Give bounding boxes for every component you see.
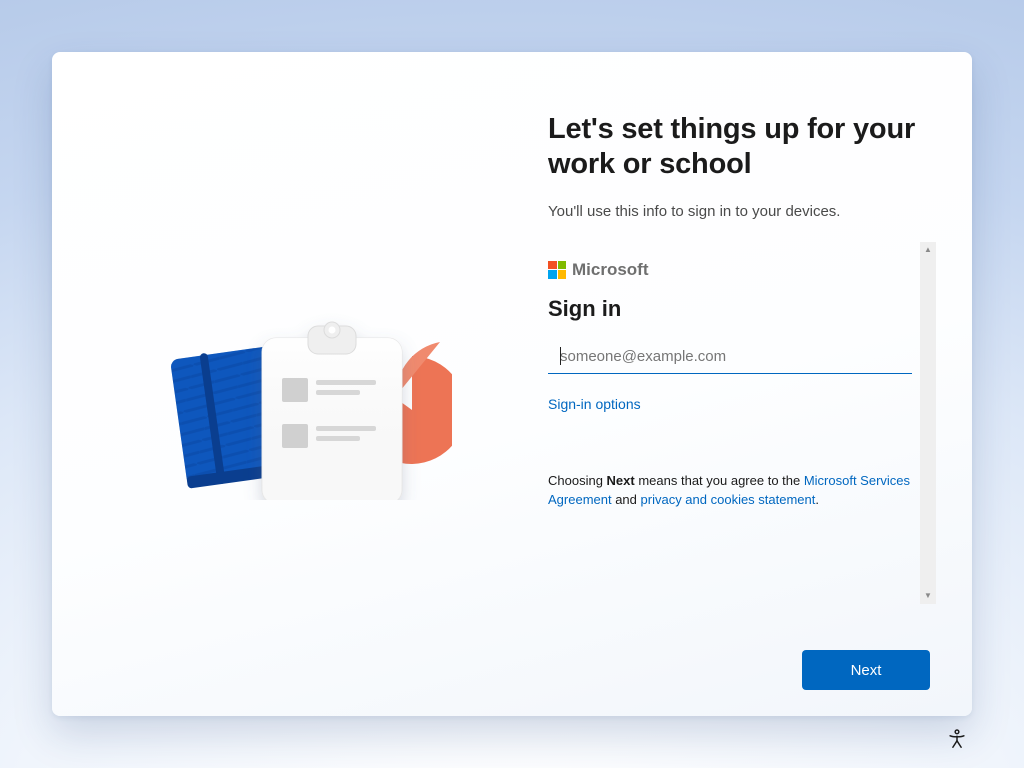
legal-middle: means that you agree to the [635, 473, 804, 488]
microsoft-brand-text: Microsoft [572, 260, 649, 280]
privacy-statement-link[interactable]: privacy and cookies statement [641, 492, 816, 507]
oobe-card: Let's set things up for your work or sch… [52, 52, 972, 716]
page-title: Let's set things up for your work or sch… [548, 112, 930, 183]
legal-bold: Next [607, 473, 635, 488]
microsoft-logo-icon [548, 261, 566, 279]
work-school-illustration [112, 280, 452, 500]
signin-heading: Sign in [548, 296, 912, 322]
next-button[interactable]: Next [802, 650, 930, 690]
illustration-pane [52, 52, 512, 716]
scroll-up-icon[interactable]: ▲ [920, 242, 936, 258]
signin-frame: ▲ ▼ Microsoft Sign in Sign-in options Ch… [548, 242, 930, 604]
legal-text: Choosing Next means that you agree to th… [548, 472, 912, 510]
scroll-down-icon[interactable]: ▼ [920, 588, 936, 604]
microsoft-brand: Microsoft [548, 260, 912, 280]
legal-prefix: Choosing [548, 473, 607, 488]
footer-actions: Next [802, 650, 930, 690]
legal-suffix: . [815, 492, 819, 507]
accessibility-icon[interactable] [946, 728, 968, 750]
signin-options-link[interactable]: Sign-in options [548, 396, 641, 412]
text-caret [560, 347, 561, 365]
scrollbar[interactable]: ▲ ▼ [920, 242, 936, 604]
legal-and: and [612, 492, 641, 507]
email-field-row [548, 342, 912, 374]
email-input[interactable] [548, 342, 912, 374]
form-pane: Let's set things up for your work or sch… [512, 52, 972, 716]
page-subtitle: You'll use this info to sign in to your … [548, 203, 930, 220]
